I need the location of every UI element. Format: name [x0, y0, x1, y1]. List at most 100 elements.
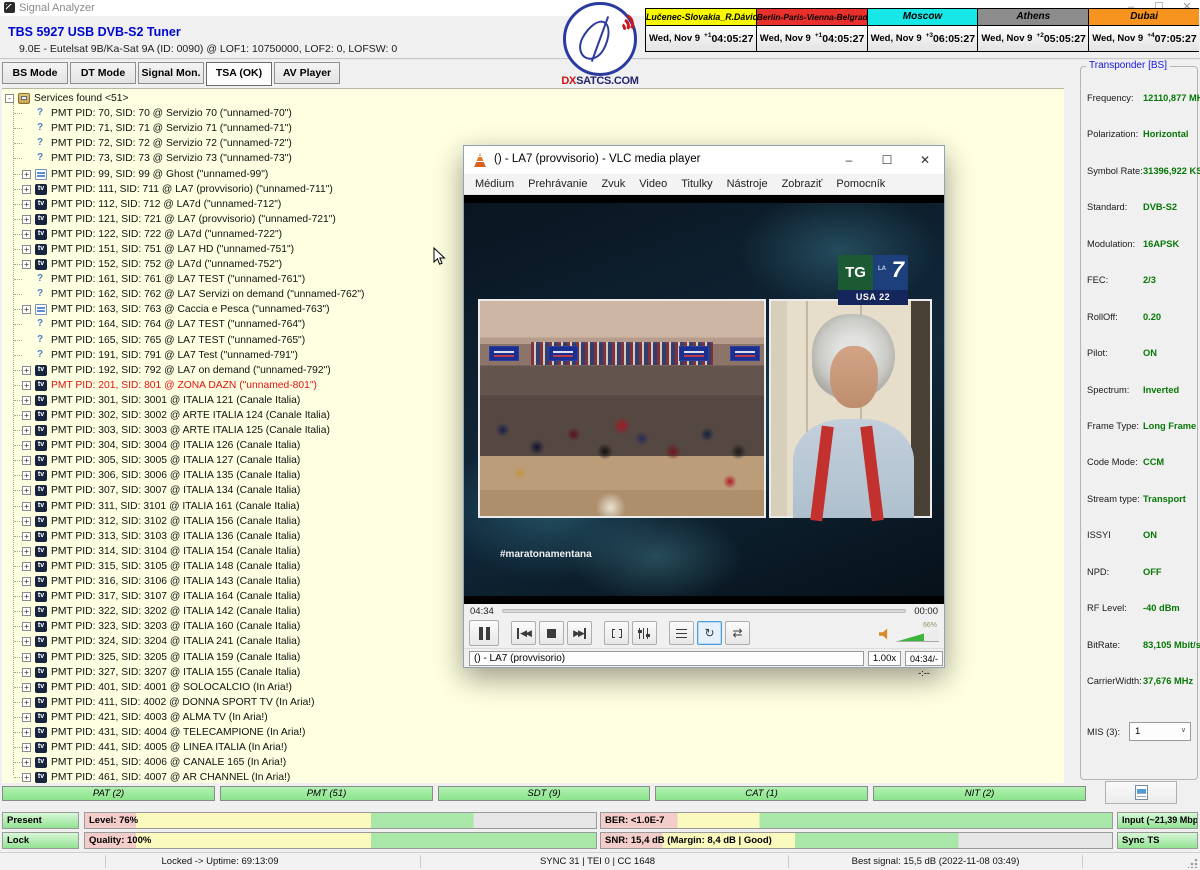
service-type-icon: [35, 244, 47, 255]
vlc-menu-item[interactable]: Zobraziť: [775, 178, 830, 190]
service-type-icon: [35, 259, 47, 270]
service-label: PMT PID: 421, SID: 4003 @ ALMA TV (In Ar…: [51, 712, 268, 723]
field-label: ISSYI: [1087, 530, 1143, 540]
playback-rate[interactable]: 1.00x: [868, 651, 901, 666]
loop-button[interactable]: ↻: [697, 621, 722, 645]
vlc-menu-item[interactable]: Prehrávanie: [521, 178, 594, 190]
expand-icon[interactable]: +: [22, 215, 31, 224]
transponder-field: Frame Type: Long Frame: [1087, 421, 1195, 457]
expand-icon[interactable]: +: [22, 607, 31, 616]
expand-icon[interactable]: +: [22, 728, 31, 737]
expand-icon[interactable]: +: [22, 245, 31, 254]
volume-slider[interactable]: 66%: [895, 622, 939, 644]
usa22-banner: USA 22: [838, 290, 908, 305]
equalizer-icon: [639, 628, 650, 639]
mode-tab[interactable]: BS Mode: [2, 62, 68, 84]
expand-icon[interactable]: +: [22, 637, 31, 646]
expand-icon[interactable]: +: [22, 170, 31, 179]
expand-icon[interactable]: +: [22, 486, 31, 495]
vlc-menu-item[interactable]: Video: [632, 178, 674, 190]
mode-tab[interactable]: AV Player: [274, 62, 340, 84]
playlist-button[interactable]: [669, 621, 694, 645]
expand-icon[interactable]: +: [22, 517, 31, 526]
lock-indicator: Lock: [2, 832, 79, 849]
service-label: PMT PID: 70, SID: 70 @ Servizio 70 ("unn…: [51, 108, 292, 119]
expand-icon[interactable]: +: [22, 396, 31, 405]
service-row[interactable]: + PMT PID: 421, SID: 4003 @ ALMA TV (In …: [5, 710, 1064, 725]
vlc-titlebar[interactable]: () - LA7 (provvisorio) - VLC media playe…: [464, 146, 944, 174]
expand-icon[interactable]: +: [22, 456, 31, 465]
expand-icon[interactable]: +: [22, 381, 31, 390]
mode-tab[interactable]: TSA (OK): [206, 62, 272, 86]
service-row[interactable]: + PMT PID: 401, SID: 4001 @ SOLOCALCIO (…: [5, 680, 1064, 695]
expand-icon[interactable]: +: [22, 502, 31, 511]
vlc-maximize-button[interactable]: ☐: [868, 146, 906, 174]
service-row[interactable]: + PMT PID: 431, SID: 4004 @ TELECAMPIONE…: [5, 725, 1064, 740]
service-row[interactable]: + PMT PID: 71, SID: 71 @ Servizio 71 ("u…: [5, 121, 1064, 136]
vlc-menu-item[interactable]: Pomocník: [829, 178, 892, 190]
service-row[interactable]: + PMT PID: 411, SID: 4002 @ DONNA SPORT …: [5, 695, 1064, 710]
expand-icon[interactable]: +: [22, 653, 31, 662]
expand-icon[interactable]: +: [22, 758, 31, 767]
vlc-video-area[interactable]: TG LA 7 USA 22 #maratonamentana: [464, 195, 944, 604]
service-label: PMT PID: 151, SID: 751 @ LA7 HD ("unname…: [51, 244, 294, 255]
mis-dropdown[interactable]: 1: [1129, 722, 1191, 741]
expand-icon[interactable]: +: [22, 592, 31, 601]
la7-logo-square: LA 7: [873, 255, 908, 290]
signal-analyzer-window: Signal Analyzer – ☐ ✕ TBS 5927 USB DVB-S…: [0, 0, 1200, 870]
service-row[interactable]: + PMT PID: 70, SID: 70 @ Servizio 70 ("u…: [5, 106, 1064, 121]
mode-tab[interactable]: Signal Mon.: [138, 62, 204, 84]
expand-icon[interactable]: +: [22, 230, 31, 239]
expand-icon[interactable]: +: [22, 441, 31, 450]
mode-tab[interactable]: DT Mode: [70, 62, 136, 84]
expand-icon[interactable]: +: [22, 547, 31, 556]
vlc-close-button[interactable]: ✕: [906, 146, 944, 174]
expand-icon[interactable]: +: [22, 366, 31, 375]
service-row[interactable]: + PMT PID: 461, SID: 4007 @ AR CHANNEL (…: [5, 770, 1064, 783]
vlc-menu-item[interactable]: Médium: [468, 178, 521, 190]
expand-icon[interactable]: +: [22, 683, 31, 692]
fullscreen-button[interactable]: [604, 621, 629, 645]
next-button[interactable]: ▶▶: [567, 621, 592, 645]
expand-icon[interactable]: +: [22, 185, 31, 194]
expand-icon[interactable]: +: [22, 532, 31, 541]
extended-settings-button[interactable]: [632, 621, 657, 645]
vlc-menu-item[interactable]: Nástroje: [720, 178, 775, 190]
service-label: PMT PID: 307, SID: 3007 @ ITALIA 134 (Ca…: [51, 485, 300, 496]
expand-icon[interactable]: +: [22, 773, 31, 782]
pause-button[interactable]: [469, 620, 499, 646]
expand-icon[interactable]: +: [22, 622, 31, 631]
expand-icon[interactable]: +: [22, 471, 31, 480]
vlc-menu-item[interactable]: Titulky: [674, 178, 719, 190]
expand-icon[interactable]: +: [22, 411, 31, 420]
field-value: ON: [1143, 530, 1157, 540]
expand-icon[interactable]: +: [22, 577, 31, 586]
time-display[interactable]: 04:34/--:--: [905, 651, 943, 666]
expand-icon[interactable]: +: [22, 200, 31, 209]
tree-root-row[interactable]: - Services found <51>: [5, 91, 1064, 106]
expand-icon[interactable]: +: [22, 668, 31, 677]
expand-icon[interactable]: +: [22, 562, 31, 571]
expand-icon[interactable]: +: [22, 698, 31, 707]
vlc-minimize-button[interactable]: –: [830, 146, 868, 174]
field-value: 83,105 Mbit/s: [1143, 640, 1200, 650]
expand-icon[interactable]: +: [22, 743, 31, 752]
expand-icon[interactable]: +: [22, 713, 31, 722]
service-row[interactable]: + PMT PID: 451, SID: 4006 @ CANALE 165 (…: [5, 755, 1064, 770]
service-label: PMT PID: 301, SID: 3001 @ ITALIA 121 (Ca…: [51, 395, 300, 406]
service-row[interactable]: + PMT PID: 441, SID: 4005 @ LINEA ITALIA…: [5, 740, 1064, 755]
vlc-menu-item[interactable]: Zvuk: [594, 178, 632, 190]
expand-icon[interactable]: +: [22, 260, 31, 269]
expand-icon[interactable]: +: [22, 305, 31, 314]
shuffle-button[interactable]: ⇄: [725, 621, 750, 645]
previous-button[interactable]: ◀◀: [511, 621, 536, 645]
stop-button[interactable]: [539, 621, 564, 645]
resize-grip[interactable]: [1188, 858, 1198, 868]
clock-time: 07:05:27: [1155, 33, 1197, 45]
service-label: PMT PID: 152, SID: 752 @ LA7d ("unnamed-…: [51, 259, 282, 270]
seek-slider[interactable]: [502, 609, 906, 613]
table-export-button[interactable]: [1105, 781, 1177, 804]
service-type-icon: [35, 319, 47, 330]
collapse-icon[interactable]: -: [5, 94, 14, 103]
expand-icon[interactable]: +: [22, 426, 31, 435]
